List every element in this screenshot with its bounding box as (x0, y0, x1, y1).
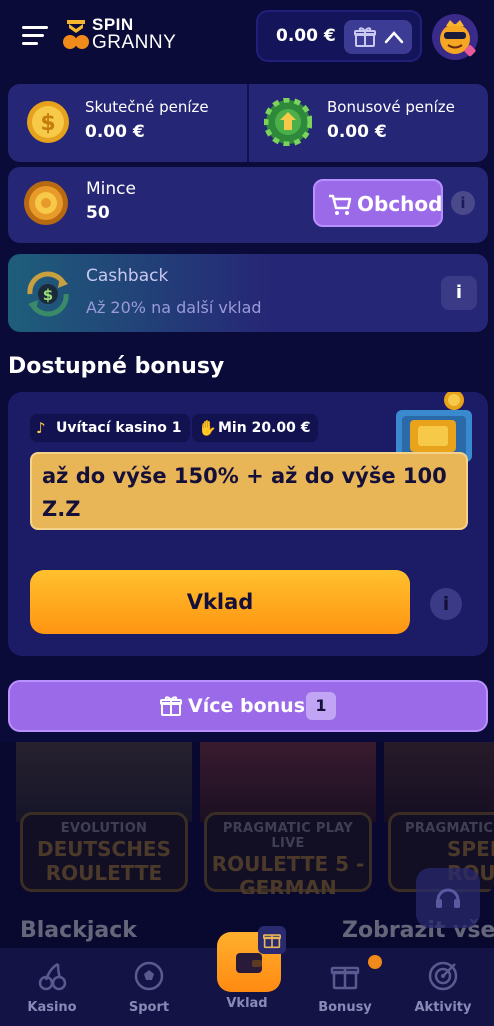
more-bonuses-button[interactable]: Více bonusů 1 (8, 680, 488, 732)
welcome-bonus-card: ♪ Uvítací kasino 1 ✋ Min 20.00 € až do v… (8, 392, 488, 656)
game-thumbnail (384, 742, 494, 822)
gift-icon (160, 696, 182, 716)
game-tile-deutsches-roulette[interactable]: EVOLUTION DEUTSCHES ROULETTE (16, 742, 192, 894)
gift-icon (263, 934, 281, 949)
chevron-up-icon (384, 31, 404, 44)
cart-icon (329, 194, 352, 215)
game-name-line-2: ROULETTE (45, 861, 163, 885)
game-provider: PRAGMATIC PLAY LIVE (222, 821, 354, 851)
nav-item-vklad[interactable]: Vklad (202, 996, 292, 1022)
support-chat-button[interactable] (416, 868, 480, 928)
game-thumbnail (200, 742, 376, 822)
nav-item-kasino[interactable]: Kasino (7, 960, 97, 1022)
nav-label-aktivity: Aktivity (414, 1000, 472, 1015)
min-deposit-tag: ✋ Min 20.00 € (192, 414, 319, 442)
coins-value: 50 (86, 203, 110, 223)
cashback-card[interactable]: $ Cashback Až 20% na další vklad i (8, 254, 488, 332)
game-provider: EVOLUTION (60, 821, 148, 836)
bonus-chip-icon (264, 98, 312, 146)
game-name-line-1: ROULETTE 5 - (211, 852, 365, 876)
bonus-offer-text: až do výše 150% + až do výše 100 Z.Z (30, 452, 468, 530)
svg-text:$: $ (40, 111, 55, 136)
cherry-icon (38, 962, 67, 991)
game-plate: PRAGMATIC PLAY LIVE ROULETTE 5 - GERMAN (204, 812, 372, 894)
nav-item-sport[interactable]: Sport (104, 960, 194, 1022)
menu-icon[interactable] (22, 26, 48, 46)
coins-label: Mince (86, 179, 136, 199)
bonus-money-value: 0.00 € (327, 122, 387, 142)
top-header: SPIN GRANNY 0.00 € (0, 0, 494, 76)
coin-icon (24, 181, 68, 225)
game-tile-roulette-5-german[interactable]: PRAGMATIC PLAY LIVE ROULETTE 5 - GERMAN (200, 742, 376, 894)
nav-item-aktivity[interactable]: Aktivity (398, 960, 488, 1022)
deposit-hand-icon: ✋ (198, 419, 217, 437)
gift-icon (330, 966, 360, 990)
target-icon (428, 961, 458, 991)
cashback-title: Cashback (86, 266, 169, 286)
balance-value: 0.00 € (276, 26, 336, 46)
nav-label-sport: Sport (128, 1000, 170, 1015)
game-plate: EVOLUTION DEUTSCHES ROULETTE (20, 812, 188, 892)
avatar[interactable] (432, 14, 478, 60)
nav-label-vklad: Vklad (226, 996, 268, 1011)
soccer-ball-icon (134, 961, 164, 991)
balance-widget[interactable]: 0.00 € (256, 10, 422, 62)
wallet-divider (247, 84, 249, 162)
game-provider: PRAGMATIC PL (405, 821, 494, 836)
welcome-casino-tag: ♪ Uvítací kasino 1 (30, 414, 190, 442)
logo-mark-icon (63, 20, 89, 49)
blackjack-section-title: Blackjack (20, 918, 137, 943)
cashback-info-button[interactable]: i (441, 276, 477, 310)
nav-label-kasino: Kasino (27, 1000, 77, 1015)
spin-granny-logo[interactable]: SPIN GRANNY (62, 12, 182, 54)
game-thumbnail (16, 742, 192, 822)
banana-icon: ♪ (36, 419, 46, 437)
min-deposit-tag-label: Min 20.00 € (218, 420, 311, 436)
bonusy-notification-dot (368, 955, 382, 969)
cashback-subtitle: Až 20% na další vklad (86, 298, 262, 317)
game-name-line-1: SPEE (447, 837, 494, 861)
wallet-icon (236, 953, 262, 973)
game-name-line-2: GERMAN (239, 876, 337, 894)
logo-text: SPIN GRANNY (92, 16, 177, 53)
more-bonuses-label: Více bonusů (188, 695, 319, 717)
coins-card: Mince 50 Obchod i (8, 167, 488, 243)
granny-avatar-icon (440, 20, 476, 57)
balance-toggle-button[interactable] (344, 20, 412, 54)
available-bonuses-title: Dostupné bonusy (8, 354, 225, 379)
coins-info-icon[interactable]: i (451, 191, 475, 215)
welcome-casino-tag-label: Uvítací kasino 1 (56, 420, 182, 436)
deposit-button[interactable]: Vklad (30, 570, 410, 634)
dollar-coin-icon: $ (27, 101, 69, 143)
wallet-balances: $ Skutečné peníze 0.00 € Bonusové peníze… (8, 84, 488, 162)
nav-item-bonusy[interactable]: Bonusy (300, 960, 390, 1022)
nav-label-bonusy: Bonusy (318, 1000, 372, 1015)
more-bonuses-count: 1 (306, 692, 336, 720)
real-money-value: 0.00 € (85, 122, 145, 142)
headset-icon (436, 888, 460, 908)
bonus-money-label: Bonusové peníze (327, 98, 455, 116)
real-money-label: Skutečné peníze (85, 98, 209, 116)
cashback-icon: $ (27, 271, 69, 317)
shop-button[interactable]: Obchod (313, 179, 443, 227)
gift-icon (354, 27, 376, 47)
game-name-line-1: DEUTSCHES (36, 837, 172, 861)
shop-button-label: Obchod (357, 192, 443, 216)
nav-gift-badge (258, 926, 286, 954)
deposit-button-label: Vklad (186, 590, 254, 614)
logo-line-2: GRANNY (92, 32, 177, 53)
svg-text:$: $ (43, 286, 53, 304)
bonus-info-icon[interactable]: i (430, 588, 462, 620)
